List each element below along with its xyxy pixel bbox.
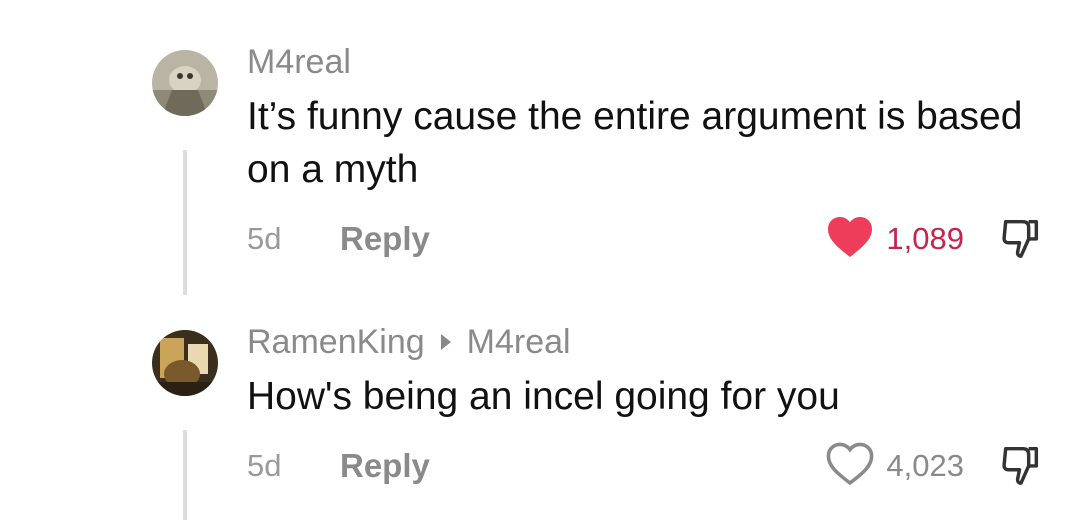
timestamp: 5d: [247, 448, 282, 483]
username[interactable]: RamenKing: [247, 323, 425, 362]
timestamp: 5d: [247, 221, 282, 256]
like-count: 4,023: [886, 448, 964, 483]
reply-button[interactable]: Reply: [340, 220, 430, 258]
comment-actions: 1,089: [826, 215, 1044, 264]
comment-text: It’s funny cause the entire argument is …: [247, 95, 1023, 191]
like-count: 1,089: [886, 221, 964, 256]
like-button[interactable]: 1,089: [826, 215, 964, 264]
avatar[interactable]: [152, 330, 218, 396]
comment-text: How's being an incel going for you: [247, 375, 840, 418]
reply-to-username[interactable]: M4real: [467, 323, 571, 362]
dislike-button[interactable]: [998, 214, 1044, 265]
comment-meta: 5d Reply: [247, 217, 430, 261]
username-row: RamenKing M4real: [247, 322, 571, 362]
reply-arrow-icon: [440, 334, 451, 350]
thumbs-down-icon: [998, 441, 1044, 492]
like-button[interactable]: 4,023: [826, 442, 964, 491]
username[interactable]: M4real: [247, 43, 351, 82]
username-row: M4real: [247, 42, 351, 82]
heart-filled-icon: [826, 215, 874, 264]
dislike-button[interactable]: [998, 441, 1044, 492]
heart-outline-icon: [826, 442, 874, 491]
thumbs-down-icon: [998, 214, 1044, 265]
comment-item: RamenKing M4real How's being an incel go…: [0, 300, 1080, 520]
reply-button[interactable]: Reply: [340, 447, 430, 485]
avatar[interactable]: [152, 50, 218, 116]
comment-actions: 4,023: [826, 442, 1044, 491]
comment-meta: 5d Reply: [247, 444, 430, 488]
comment-item: M4real It’s funny cause the entire argum…: [0, 0, 1080, 300]
